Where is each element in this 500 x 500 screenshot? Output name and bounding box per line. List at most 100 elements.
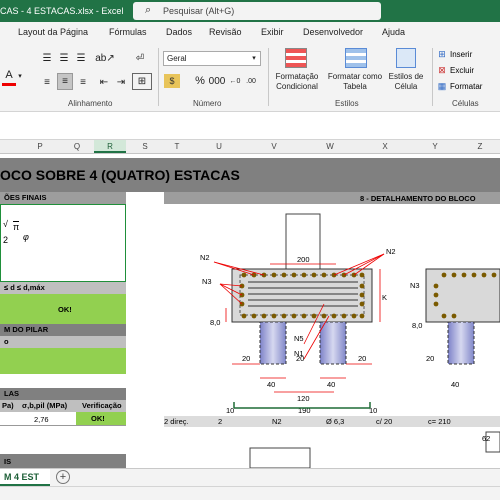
format-icon[interactable]: ▦ — [436, 81, 448, 92]
decrease-indent-icon[interactable]: ⇤ — [97, 75, 111, 89]
insert-button[interactable]: Inserir — [450, 50, 472, 59]
align-right-icon[interactable]: ≡ — [76, 75, 90, 89]
bar-diameter: Ø 6,3 — [326, 417, 345, 426]
label-n3-right: N3 — [410, 281, 420, 290]
format-as-table-icon[interactable] — [345, 48, 367, 68]
group-label-alignment: Alinhamento — [68, 99, 113, 108]
ribbon-tabs: Layout da Página Fórmulas Dados Revisão … — [0, 22, 500, 42]
delete-button[interactable]: Excluir — [450, 66, 474, 75]
cell-styles-icon[interactable] — [396, 48, 416, 68]
tension-col-3: Verificação — [82, 401, 122, 410]
pile-right — [319, 321, 347, 365]
chevron-down-icon[interactable]: ▾ — [250, 54, 258, 62]
conditional-formatting-button[interactable]: Formatação Condicional — [270, 71, 324, 93]
dim-20-left: 20 — [242, 354, 250, 363]
search-placeholder: Pesquisar (Alt+G) — [163, 6, 235, 16]
insert-icon[interactable]: ⊞ — [436, 49, 448, 60]
detail-header: 8 - DETALHAMENTO DO BLOCO — [164, 192, 500, 204]
column-header-q[interactable]: Q — [60, 142, 94, 151]
dim-20-far: 20 — [426, 354, 434, 363]
block-drawing: N2 N3 N2 N5 N1 200 8,0 K 20 20 20 40 40 … — [200, 213, 500, 468]
search-box[interactable]: ⌕ Pesquisar (Alt+G) — [133, 2, 381, 20]
dim-k: K — [382, 293, 387, 302]
pillar-result-cell[interactable] — [0, 348, 126, 374]
column-header-w[interactable]: W — [300, 142, 360, 151]
tab-help[interactable]: Ajuda — [382, 27, 405, 37]
add-sheet-button[interactable]: + — [56, 470, 70, 484]
label-n2: N2 — [200, 253, 210, 262]
column-header-s[interactable]: S — [126, 142, 164, 151]
cell-styles-button[interactable]: Estilos de Célula — [386, 71, 426, 93]
merge-center-icon[interactable]: ⊞ — [132, 73, 152, 90]
section-header-tension-text: LAS — [4, 389, 19, 398]
bar-table-row: 2 direç. 2 N2 Ø 6,3 c/ 20 c= 210 — [164, 416, 500, 427]
sheet-banner: OCO SOBRE 4 (QUATRO) ESTACAS — [0, 158, 500, 192]
tab-formulas[interactable]: Fórmulas — [109, 27, 147, 37]
label-n5: N5 — [294, 334, 304, 343]
section-header-bottom: IS — [0, 454, 126, 468]
tab-page-layout[interactable]: Layout da Página — [18, 27, 88, 37]
decrease-decimal-icon[interactable]: .00 — [244, 74, 258, 88]
format-as-table-button[interactable]: Formatar como Tabela — [326, 71, 384, 93]
formula-cell[interactable]: √ π 2 φ — [0, 204, 126, 282]
increase-decimal-icon[interactable]: ←0 — [228, 74, 242, 88]
group-separator — [432, 48, 433, 106]
dim-200: 200 — [297, 255, 310, 264]
thousands-separator-icon[interactable]: 000 — [209, 74, 226, 88]
currency-icon[interactable]: $ — [164, 74, 180, 88]
percent-icon[interactable]: % — [193, 74, 207, 88]
orientation-icon[interactable]: ab↗ — [95, 51, 115, 65]
column-header-u[interactable]: U — [190, 142, 248, 151]
column-header-x[interactable]: X — [360, 142, 410, 151]
banner-title: OCO SOBRE 4 (QUATRO) ESTACAS — [0, 167, 240, 183]
tab-review[interactable]: Revisão — [209, 27, 242, 37]
result-cell[interactable]: OK! — [0, 294, 126, 324]
active-sheet-tab[interactable]: M 4 EST — [0, 469, 50, 486]
dim-120: 120 — [297, 394, 310, 403]
group-separator — [158, 48, 159, 106]
align-top-icon[interactable]: ☰ — [40, 51, 54, 65]
delete-icon[interactable]: ⊠ — [436, 65, 448, 76]
tension-value-row: 2,76 OK! — [0, 412, 126, 426]
align-center-icon[interactable]: ≡ — [57, 73, 73, 90]
tension-header-row: Pa) σ,b,pil (MPa) Verificação — [0, 400, 126, 412]
align-left-icon[interactable]: ≡ — [40, 75, 54, 89]
bar-dir: 2 direç. — [164, 417, 189, 426]
align-middle-icon[interactable]: ☰ — [57, 51, 71, 65]
tab-view[interactable]: Exibir — [261, 27, 284, 37]
wrap-text-icon[interactable]: ⏎ — [130, 51, 150, 65]
column-header-t[interactable]: T — [164, 142, 190, 151]
tab-data[interactable]: Dados — [166, 27, 192, 37]
column-header-p[interactable]: P — [20, 142, 60, 151]
dim-20-mid: 20 — [296, 354, 304, 363]
label-n3: N3 — [202, 277, 212, 286]
worksheet-grid[interactable]: OCO SOBRE 4 (QUATRO) ESTACAS ÕES FINAIS … — [0, 154, 500, 468]
tension-ok-cell[interactable]: OK! — [76, 412, 126, 425]
section-header-final: ÕES FINAIS — [0, 192, 126, 204]
column-header-y[interactable]: Y — [410, 142, 460, 151]
side-dim: 62 — [482, 434, 491, 443]
column-header-v[interactable]: V — [248, 142, 300, 151]
tension-col-2: σ,b,pil (MPa) — [22, 401, 68, 410]
font-color-icon[interactable]: A — [2, 68, 16, 82]
pillar-sub-text: o — [4, 337, 9, 346]
lower-drawing — [249, 447, 311, 468]
dim-40-far: 40 — [451, 380, 459, 389]
section-header-tension: LAS — [0, 388, 126, 400]
tab-developer[interactable]: Desenvolvedor — [303, 27, 363, 37]
column-header-z[interactable]: Z — [460, 142, 500, 151]
number-format-select[interactable]: Geral — [163, 51, 261, 66]
format-button[interactable]: Formatar — [450, 82, 482, 91]
detail-header-text: 8 - DETALHAMENTO DO BLOCO — [360, 194, 476, 203]
column-header-r[interactable]: R — [94, 140, 126, 153]
section-header-bottom-text: IS — [4, 457, 12, 466]
font-color-dropdown-icon[interactable]: ▾ — [16, 72, 24, 80]
dim-10-left: 10 — [226, 406, 234, 415]
search-icon: ⌕ — [145, 4, 152, 16]
conditional-formatting-icon[interactable] — [285, 48, 307, 68]
pile-left — [259, 321, 287, 365]
align-bottom-icon[interactable]: ☰ — [74, 51, 88, 65]
increase-indent-icon[interactable]: ⇥ — [114, 75, 128, 89]
window-title: CAS - 4 ESTACAS.xlsx - Excel — [0, 6, 124, 16]
formula-bar[interactable] — [0, 112, 500, 140]
